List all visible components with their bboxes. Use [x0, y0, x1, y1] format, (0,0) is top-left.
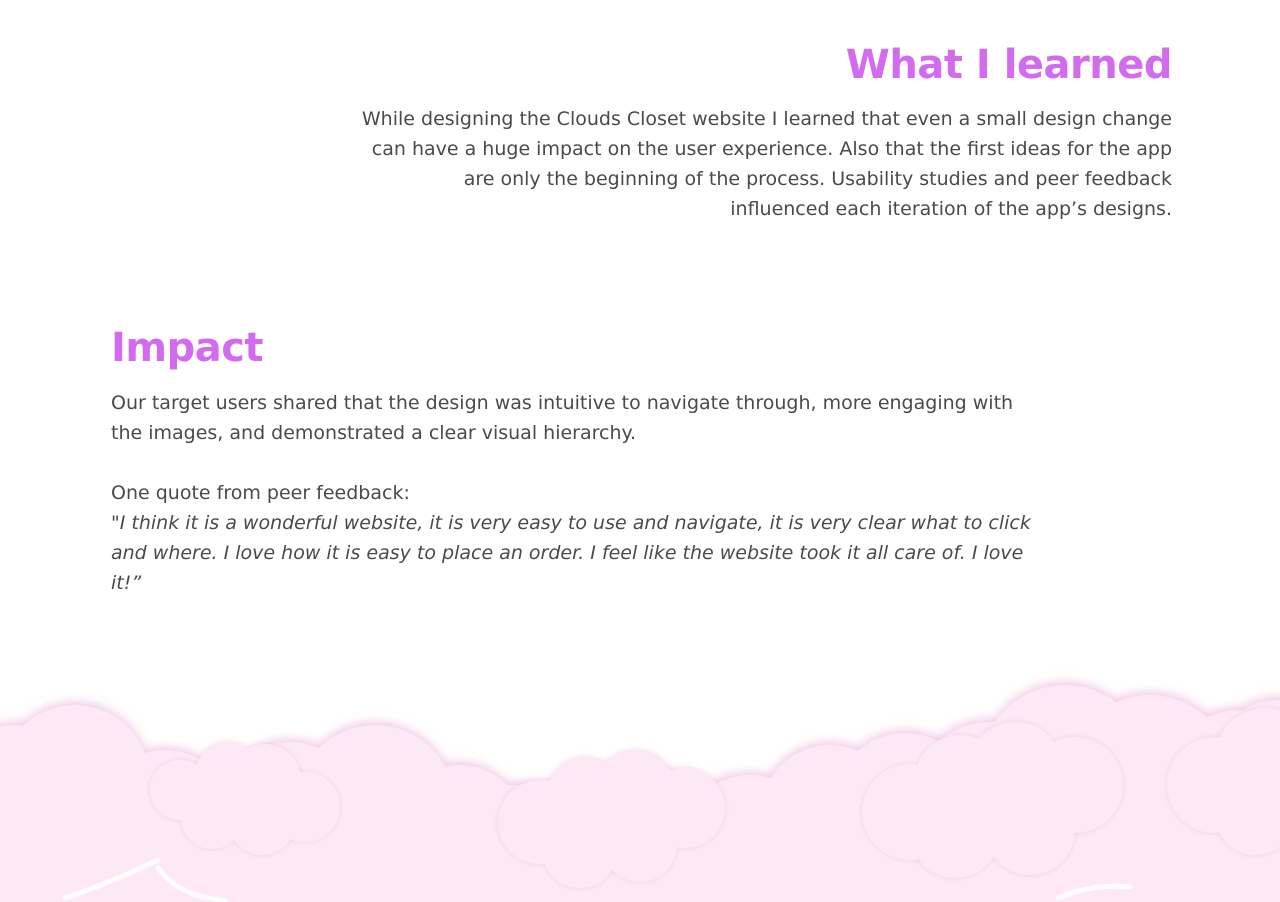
impact-section: Impact Our target users shared that the … — [111, 321, 1041, 598]
pink-clouds-illustration — [0, 685, 1280, 902]
what-i-learned-heading: What I learned — [845, 42, 1173, 88]
what-i-learned-text: While designing the Clouds Closet websit… — [361, 108, 1172, 220]
what-i-learned-section: What I learned While designing the Cloud… — [360, 38, 1173, 224]
impact-heading: Impact — [111, 325, 264, 371]
peer-feedback-quote: "I think it is a wonderful website, it i… — [111, 512, 1031, 594]
quote-intro: One quote from peer feedback: — [111, 482, 410, 504]
impact-text: Our target users shared that the design … — [111, 392, 1014, 444]
